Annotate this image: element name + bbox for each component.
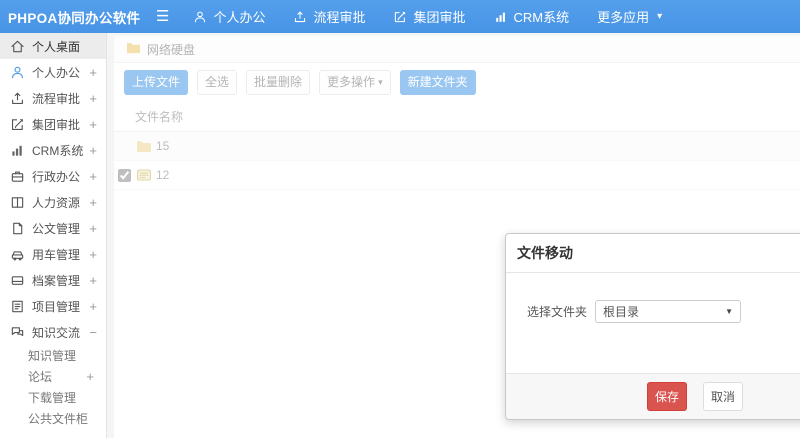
sidebar-item-label: 集团审批 xyxy=(32,117,81,132)
collapse-toggle[interactable]: − xyxy=(89,325,97,340)
sidebar-item-label: 知识交流 xyxy=(32,325,81,340)
expand-toggle[interactable]: + xyxy=(89,195,97,210)
folder-select-dropdown[interactable]: 根目录 ▼ xyxy=(595,300,742,323)
hamburger-menu-icon[interactable]: ☰ xyxy=(156,9,169,24)
chart-icon xyxy=(494,10,508,24)
expand-toggle[interactable]: + xyxy=(89,65,97,80)
sidebar-subitem-knowledge-management[interactable]: 知识管理 xyxy=(0,345,106,366)
user-icon xyxy=(193,10,207,24)
selected-folder-value: 根目录 xyxy=(603,305,640,319)
modal-footer: 保存 取消 xyxy=(506,373,800,419)
sidebar-item-label: 个人办公 xyxy=(32,65,81,80)
chart-icon xyxy=(10,143,25,158)
cancel-button[interactable]: 取消 xyxy=(703,382,744,411)
sidebar-subitem-label: 下载管理 xyxy=(28,391,77,405)
topnav-crm-system[interactable]: CRM系统 xyxy=(480,0,584,33)
user-icon xyxy=(10,65,25,80)
sidebar-item-personal-office[interactable]: 个人办公 + xyxy=(0,59,106,85)
topnav-label: 集团审批 xyxy=(413,10,466,25)
modal-body: 选择文件夹 根目录 ▼ xyxy=(506,273,800,323)
project-icon xyxy=(10,299,25,314)
sidebar-item-process-approval[interactable]: 流程审批 + xyxy=(0,85,106,111)
sidebar-subitem-forum[interactable]: 论坛 + xyxy=(0,366,106,387)
expand-toggle[interactable]: + xyxy=(89,169,97,184)
briefcase-icon xyxy=(10,169,25,184)
sidebar-item-group-approval[interactable]: 集团审批 + xyxy=(0,111,106,137)
sidebar-item-document-management[interactable]: 公文管理 + xyxy=(0,215,106,241)
sidebar-item-label: 档案管理 xyxy=(32,273,81,288)
sidebar-item-crm-system[interactable]: CRM系统 + xyxy=(0,137,106,163)
sidebar-subitem-label: 公共文件柜 xyxy=(28,412,89,426)
home-icon xyxy=(10,39,25,54)
book-icon xyxy=(10,195,25,210)
sidebar-subitem-label: 论坛 xyxy=(28,370,53,384)
caret-down-icon: ▼ xyxy=(725,307,734,316)
sidebar-item-label: 人力资源 xyxy=(32,195,81,210)
process-approval-icon xyxy=(293,10,307,24)
sidebar-item-human-resources[interactable]: 人力资源 + xyxy=(0,189,106,215)
sidebar-item-vehicle-management[interactable]: 用车管理 + xyxy=(0,241,106,267)
file-move-modal: 文件移动 选择文件夹 根目录 ▼ 保存 取消 xyxy=(505,233,800,420)
group-approval-icon xyxy=(10,117,25,132)
topnav-personal-office[interactable]: 个人办公 xyxy=(179,0,279,33)
topnav-label: CRM系统 xyxy=(513,10,570,25)
topnav-label: 更多应用 xyxy=(597,10,650,25)
sidebar-subitem-public-file-cabinet[interactable]: 公共文件柜 xyxy=(0,408,106,429)
sidebar-navigation: 个人桌面 个人办公 + 流程审批 + 集团审批 + CRM系统 + 行政办公 +… xyxy=(0,33,107,438)
top-navigation-bar: PHPOA协同办公软件 ☰ 个人办公 流程审批 集团审批 CRM系统 更多应用 … xyxy=(0,0,800,33)
sidebar-item-label: 个人桌面 xyxy=(32,39,81,54)
expand-toggle[interactable]: + xyxy=(89,143,97,158)
sidebar-item-label: CRM系统 xyxy=(32,143,84,158)
expand-toggle[interactable]: + xyxy=(89,273,97,288)
sidebar-item-archive-management[interactable]: 档案管理 + xyxy=(0,267,106,293)
save-button[interactable]: 保存 xyxy=(647,382,688,411)
app-logo: PHPOA协同办公软件 xyxy=(8,10,141,26)
topnav-group-approval[interactable]: 集团审批 xyxy=(379,0,479,33)
process-approval-icon xyxy=(10,91,25,106)
chat-icon xyxy=(10,325,25,340)
modal-title: 文件移动 xyxy=(506,234,800,273)
expand-toggle[interactable]: + xyxy=(89,91,97,106)
sidebar-item-label: 行政办公 xyxy=(32,169,81,184)
select-folder-label: 选择文件夹 xyxy=(527,305,588,319)
sidebar-item-knowledge-exchange[interactable]: 知识交流 − xyxy=(0,319,106,345)
sidebar-item-admin-office[interactable]: 行政办公 + xyxy=(0,163,106,189)
expand-toggle[interactable]: + xyxy=(86,369,94,384)
sidebar-item-personal-desktop[interactable]: 个人桌面 xyxy=(0,33,106,59)
sidebar-item-label: 项目管理 xyxy=(32,299,81,314)
document-icon xyxy=(10,221,25,236)
sidebar-subitem-download-management[interactable]: 下载管理 xyxy=(0,387,106,408)
expand-toggle[interactable]: + xyxy=(89,299,97,314)
expand-toggle[interactable]: + xyxy=(89,247,97,262)
expand-toggle[interactable]: + xyxy=(89,117,97,132)
sidebar-item-label: 流程审批 xyxy=(32,91,81,106)
car-icon xyxy=(10,247,25,262)
sidebar-subitem-label: 知识管理 xyxy=(28,349,77,363)
archive-icon xyxy=(10,273,25,288)
group-approval-icon xyxy=(393,10,407,24)
topnav-label: 流程审批 xyxy=(313,10,366,25)
topnav-label: 个人办公 xyxy=(213,10,266,25)
sidebar-item-label: 用车管理 xyxy=(32,247,81,262)
caret-down-icon: ▾ xyxy=(657,11,663,22)
topnav-more-apps[interactable]: 更多应用 ▾ xyxy=(583,0,676,33)
sidebar-item-label: 公文管理 xyxy=(32,221,81,236)
sidebar-item-project-management[interactable]: 项目管理 + xyxy=(0,293,106,319)
top-nav-menu: 个人办公 流程审批 集团审批 CRM系统 更多应用 ▾ xyxy=(179,0,676,33)
expand-toggle[interactable]: + xyxy=(89,221,97,236)
topnav-process-approval[interactable]: 流程审批 xyxy=(279,0,379,33)
